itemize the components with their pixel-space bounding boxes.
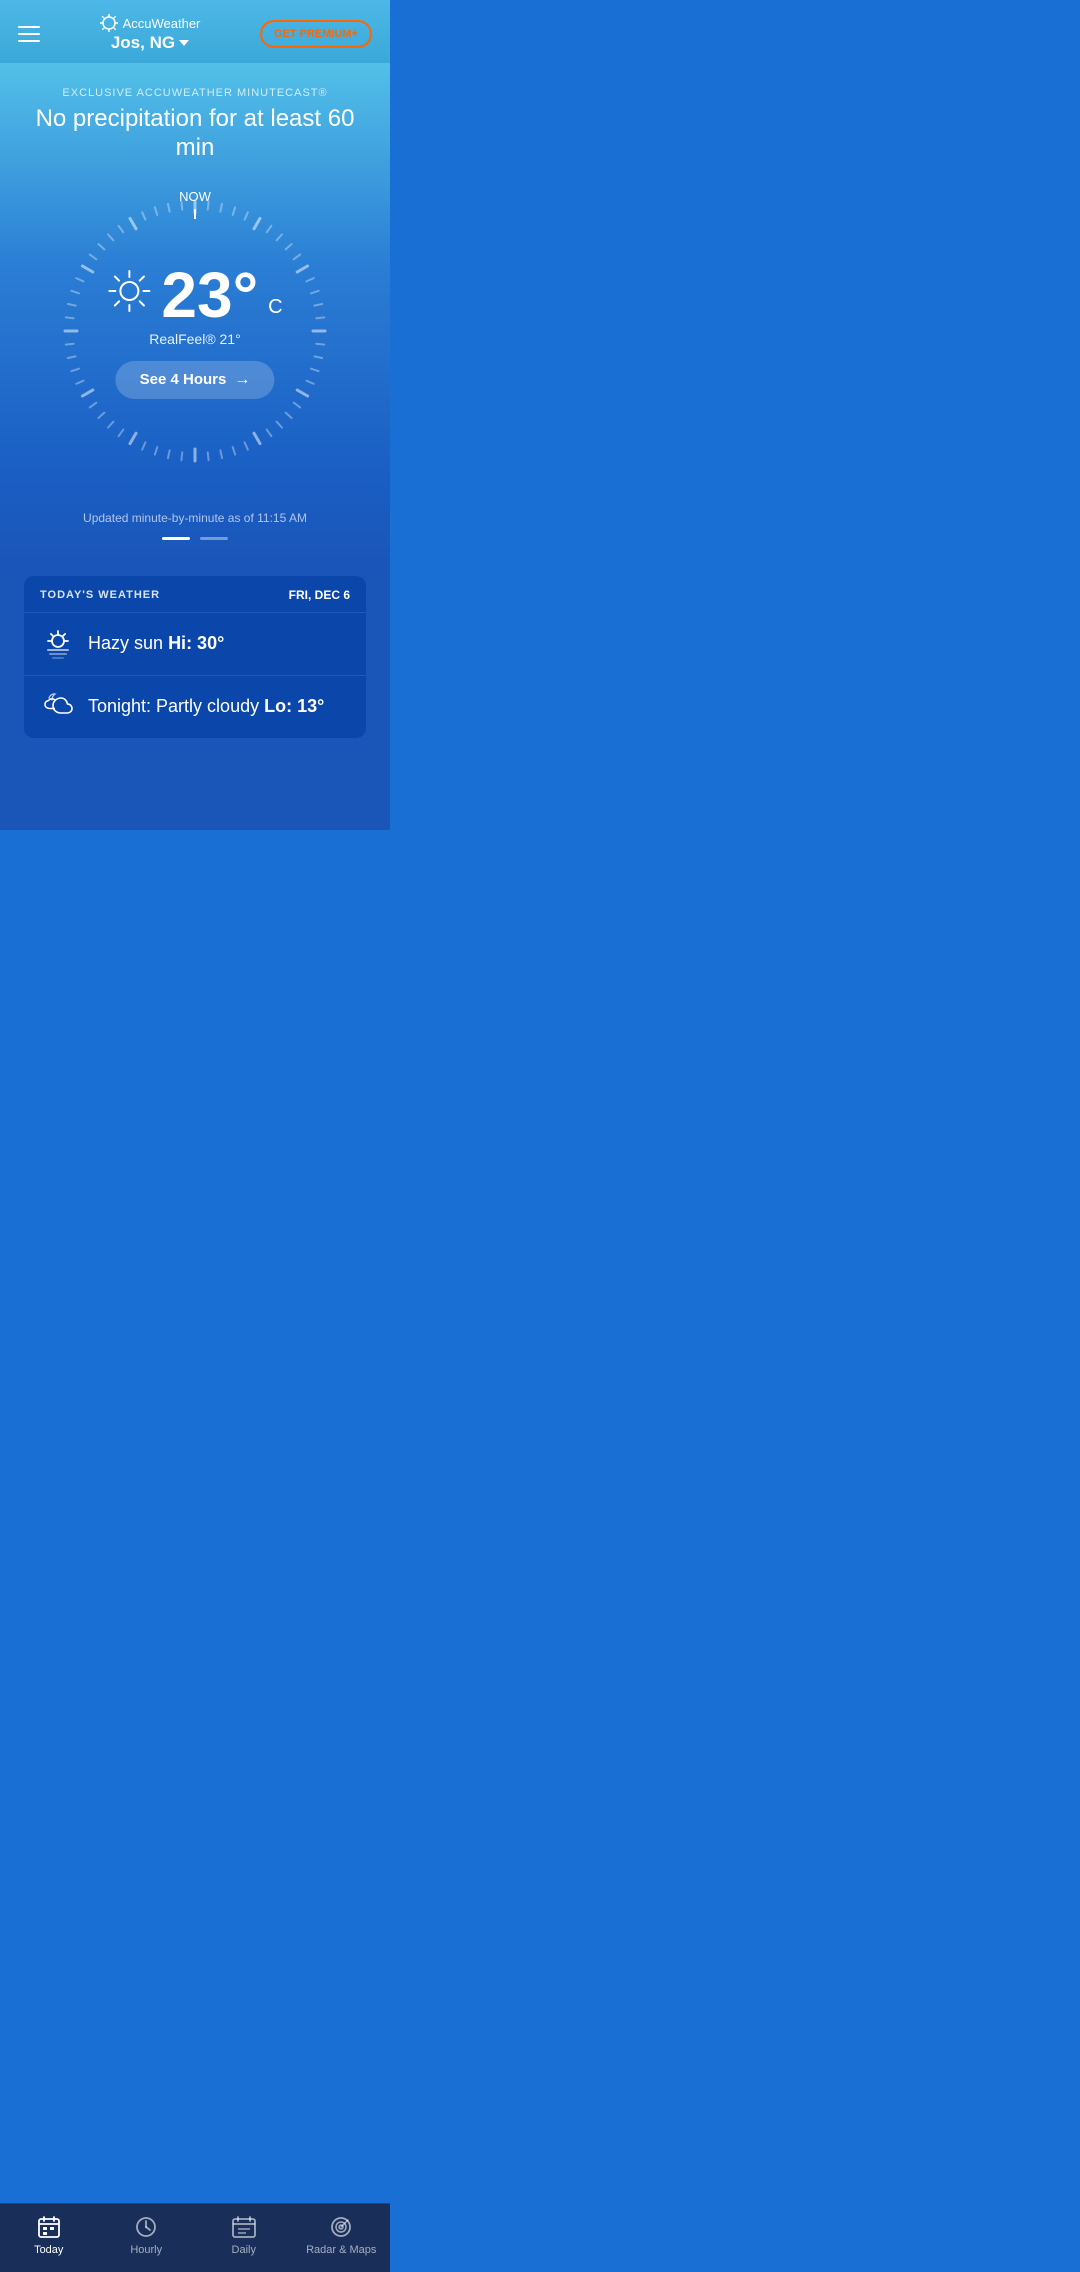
temperature-value: 23° [161,263,258,327]
day-icon-cell [40,627,76,661]
daily-icon [231,2214,257,2240]
bottom-navigation: Today Hourly Daily [0,2203,390,2272]
weather-sun-icon [107,269,151,313]
nav-radar[interactable]: Radar & Maps [293,2214,391,2256]
hourly-icon [133,2214,159,2240]
day-weather-row[interactable]: Hazy sun Hi: 30° [24,613,366,675]
logo-text: AccuWeather [123,16,201,31]
see-hours-label: See 4 Hours [140,371,227,388]
gauge-center-content: 23° C RealFeel® 21° See 4 Hours → [107,263,282,399]
minutecast-gauge: // This will be replaced by JS-generated… [45,181,345,481]
todays-weather-card: TODAY'S WEATHER FRI, DEC 6 [24,576,366,738]
location-row[interactable]: Jos, NG [111,33,189,53]
nav-today[interactable]: Today [0,2214,98,2256]
now-label: NOW [179,189,211,204]
today-icon [36,2214,62,2240]
premium-button[interactable]: GET PREMIUM+ [260,20,372,48]
no-precip-text: No precipitation for at least 60 min [20,105,370,163]
arrow-right-icon: → [234,371,250,389]
night-icon-cell [40,690,76,724]
nav-hourly[interactable]: Hourly [98,2214,196,2256]
logo-sun-icon [100,14,118,32]
location-chevron-icon [179,40,189,46]
temperature-unit: C [268,296,282,319]
content-area: TODAY'S WEATHER FRI, DEC 6 [0,576,390,830]
hazy-sun-icon [41,627,75,661]
now-tick [194,209,196,219]
todays-weather-header: TODAY'S WEATHER FRI, DEC 6 [24,576,366,613]
night-weather-row[interactable]: Tonight: Partly cloudy Lo: 13° [24,675,366,738]
nav-daily[interactable]: Daily [195,2214,293,2256]
day-weather-text: Hazy sun Hi: 30° [88,633,224,654]
accuweather-logo: AccuWeather [100,14,201,32]
todays-weather-title: TODAY'S WEATHER [40,589,160,601]
realfeel-text: RealFeel® 21° [149,331,240,347]
header-center: AccuWeather Jos, NG [100,14,201,53]
hero-section: EXCLUSIVE ACCUWEATHER MINUTECAST® No pre… [0,63,390,576]
radar-label: Radar & Maps [306,2244,376,2256]
minutecast-label: EXCLUSIVE ACCUWEATHER MINUTECAST® [20,87,370,99]
temperature-row: 23° C [107,263,282,327]
night-weather-text: Tonight: Partly cloudy Lo: 13° [88,696,324,717]
today-label: Today [34,2244,63,2256]
menu-button[interactable] [18,26,40,42]
radar-icon [328,2214,354,2240]
daily-label: Daily [232,2244,256,2256]
location-text: Jos, NG [111,33,175,53]
hourly-label: Hourly [130,2244,162,2256]
partly-cloudy-night-icon [41,690,75,724]
dot-active[interactable] [162,537,190,540]
dot-inactive[interactable] [200,537,228,540]
app-header: AccuWeather Jos, NG GET PREMIUM+ [0,0,390,63]
page-indicators [20,537,370,540]
updated-text: Updated minute-by-minute as of 11:15 AM [20,511,370,525]
todays-weather-date: FRI, DEC 6 [289,588,350,602]
see-hours-button[interactable]: See 4 Hours → [116,361,275,399]
